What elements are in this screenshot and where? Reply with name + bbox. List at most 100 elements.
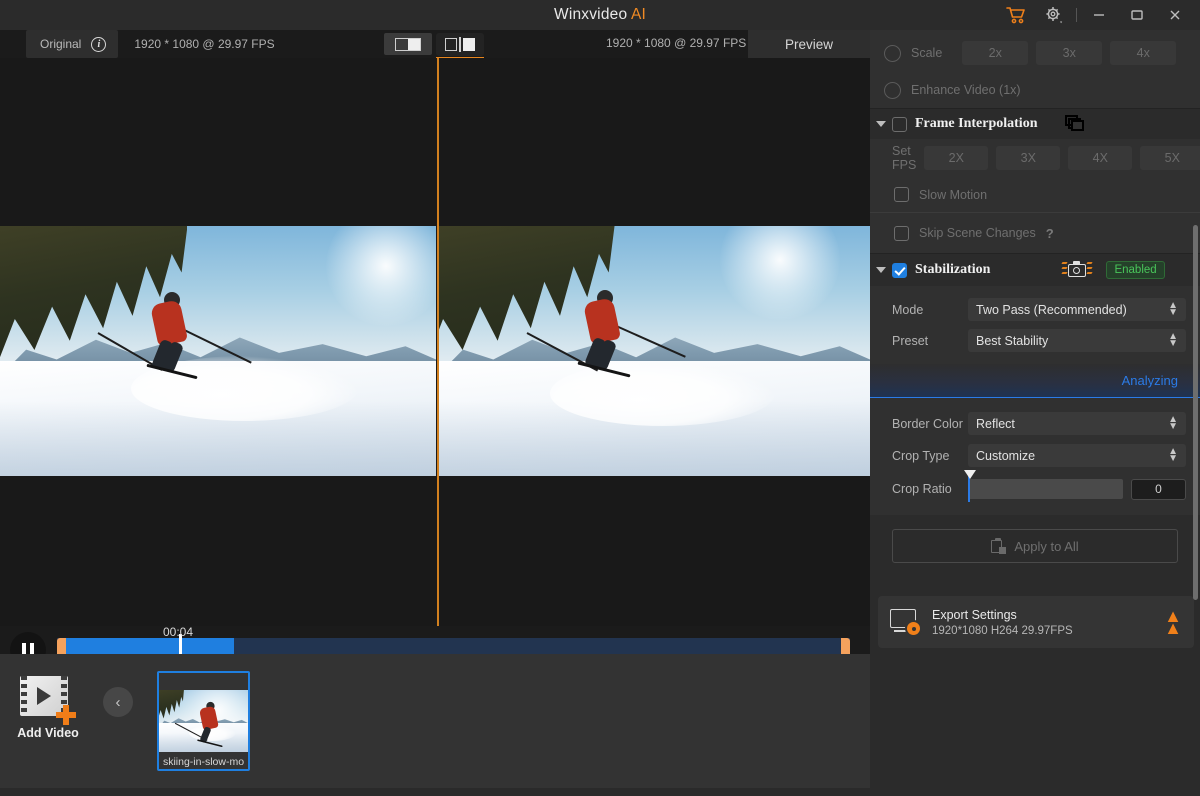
add-video-label: Add Video bbox=[12, 726, 84, 740]
chevron-down-icon[interactable] bbox=[876, 121, 886, 127]
shaky-camera-icon bbox=[1062, 261, 1092, 279]
chevron-updown-icon-crop: ▲▼ bbox=[1168, 448, 1178, 462]
crop-ratio-value[interactable]: 0 bbox=[1131, 479, 1186, 500]
section-super-resolution: Scale 2x 3x 4x Enhance Video (1x) bbox=[870, 30, 1200, 109]
apply-to-all-button[interactable]: Apply to All bbox=[892, 529, 1178, 563]
analysis-status-text: Analyzing bbox=[1122, 373, 1178, 388]
crop-type-row: Crop Type Customize ▲▼ bbox=[870, 442, 1200, 469]
chevron-down-icon-stabilization[interactable] bbox=[876, 267, 886, 273]
section-body-crop: Border Color Reflect ▲▼ Crop Type Custom… bbox=[870, 398, 1200, 515]
mode-label: Mode bbox=[892, 303, 968, 317]
stabilization-title: Stabilization bbox=[915, 262, 990, 278]
app-title-main: Winxvideo bbox=[554, 6, 627, 23]
frames-stack-icon bbox=[1065, 115, 1087, 133]
section-body-stabilization: Mode Two Pass (Recommended) ▲▼ Preset Be… bbox=[870, 286, 1200, 364]
frame-interpolation-checkbox[interactable] bbox=[892, 117, 907, 132]
cart-icon[interactable] bbox=[997, 0, 1035, 30]
preset-value: Best Stability bbox=[976, 334, 1048, 348]
scale-option-2x[interactable]: 2x bbox=[962, 41, 1028, 65]
scale-option-3x[interactable]: 3x bbox=[1036, 41, 1102, 65]
titlebar-divider bbox=[1076, 8, 1077, 22]
crop-ratio-slider[interactable] bbox=[968, 479, 1123, 499]
output-resolution: 1920 * 1080 @ 29.97 FPS bbox=[606, 36, 746, 50]
crop-ratio-row: Crop Ratio 0 bbox=[870, 477, 1200, 501]
clipboard-check-icon bbox=[991, 538, 1006, 554]
monitor-gear-icon bbox=[890, 609, 920, 635]
section-header-stabilization[interactable]: Stabilization Enabled bbox=[870, 254, 1200, 286]
close-icon[interactable] bbox=[1156, 0, 1194, 30]
crop-ratio-label: Crop Ratio bbox=[892, 482, 968, 496]
add-video-button[interactable]: Add Video bbox=[12, 676, 84, 740]
clip-name: skiing-in-slow-mo bbox=[159, 756, 248, 768]
mode-row: Mode Two Pass (Recommended) ▲▼ bbox=[870, 296, 1200, 323]
chevron-left-icon[interactable]: ‹ bbox=[103, 687, 133, 717]
video-preview-original[interactable] bbox=[0, 226, 436, 476]
title-bar: Winxvideo AI bbox=[0, 0, 1200, 30]
scale-radio[interactable] bbox=[884, 45, 901, 62]
enhance-video-radio[interactable] bbox=[884, 82, 901, 99]
analysis-progress-bar: Analyzing bbox=[870, 364, 1200, 398]
preset-select[interactable]: Best Stability ▲▼ bbox=[968, 329, 1186, 352]
border-color-select[interactable]: Reflect ▲▼ bbox=[968, 412, 1186, 435]
apply-to-all-label: Apply to All bbox=[1014, 539, 1078, 554]
crop-type-select[interactable]: Customize ▲▼ bbox=[968, 444, 1186, 467]
crop-type-value: Customize bbox=[976, 449, 1035, 463]
preset-row: Preset Best Stability ▲▼ bbox=[870, 327, 1200, 354]
set-fps-label: Set FPS bbox=[892, 144, 916, 172]
status-badge: Enabled bbox=[1106, 261, 1164, 279]
add-video-icon bbox=[20, 676, 76, 720]
fps-option-4x[interactable]: 4X bbox=[1068, 146, 1132, 170]
border-color-label: Border Color bbox=[892, 417, 968, 431]
export-settings-title: Export Settings bbox=[932, 608, 1073, 622]
compare-divider-handle[interactable] bbox=[437, 58, 439, 626]
original-label: Original bbox=[26, 37, 91, 51]
fps-option-5x[interactable]: 5X bbox=[1140, 146, 1200, 170]
export-settings-summary: 1920*1080 H264 29.97FPS bbox=[932, 625, 1073, 637]
section-body-frame-interpolation: Set FPS 2X 3X 4X 5X Slow Motion Skip Sce… bbox=[870, 139, 1200, 254]
app-title-accent: AI bbox=[631, 6, 646, 23]
list-item[interactable]: skiing-in-slow-mo bbox=[157, 671, 250, 771]
crop-ratio-slider-handle[interactable] bbox=[964, 470, 976, 479]
question-mark-icon[interactable]: ? bbox=[1046, 226, 1054, 241]
scale-row: Scale 2x 3x 4x bbox=[870, 34, 1200, 72]
border-color-row: Border Color Reflect ▲▼ bbox=[870, 410, 1200, 437]
panel-scrollbar[interactable] bbox=[1193, 225, 1198, 600]
export-settings-card[interactable]: Export Settings 1920*1080 H264 29.97FPS … bbox=[878, 596, 1194, 648]
current-time: 00:04 bbox=[163, 625, 193, 639]
split-single-view-icon[interactable] bbox=[384, 33, 432, 55]
info-icon[interactable]: i bbox=[91, 37, 106, 52]
gear-icon[interactable] bbox=[1035, 0, 1073, 30]
border-color-value: Reflect bbox=[976, 417, 1015, 431]
minimize-icon[interactable] bbox=[1080, 0, 1118, 30]
fps-option-2x[interactable]: 2X bbox=[924, 146, 988, 170]
maximize-icon[interactable] bbox=[1118, 0, 1156, 30]
set-fps-row: Set FPS 2X 3X 4X 5X bbox=[870, 139, 1200, 177]
double-chevron-up-icon[interactable]: ▲▲ bbox=[1164, 610, 1182, 634]
slow-motion-label: Slow Motion bbox=[919, 188, 987, 202]
scale-label: Scale bbox=[911, 46, 942, 60]
stabilization-checkbox[interactable] bbox=[892, 263, 907, 278]
settings-panel: Scale 2x 3x 4x Enhance Video (1x) Frame … bbox=[870, 30, 1200, 796]
chevron-updown-icon-border: ▲▼ bbox=[1168, 416, 1178, 430]
skip-scene-row: Skip Scene Changes ? bbox=[870, 213, 1200, 253]
preset-label: Preset bbox=[892, 334, 968, 348]
skip-scene-label: Skip Scene Changes bbox=[919, 226, 1036, 240]
preview-area: Original i 1920 * 1080 @ 29.97 FPS 1920 … bbox=[0, 30, 870, 654]
skip-scene-checkbox[interactable] bbox=[894, 226, 909, 241]
frame-interpolation-title: Frame Interpolation bbox=[915, 116, 1037, 132]
enhance-video-row: Enhance Video (1x) bbox=[870, 72, 1200, 108]
mode-select[interactable]: Two Pass (Recommended) ▲▼ bbox=[968, 298, 1186, 321]
mode-value: Two Pass (Recommended) bbox=[976, 303, 1127, 317]
section-header-frame-interpolation[interactable]: Frame Interpolation bbox=[870, 109, 1200, 139]
slow-motion-row: Slow Motion bbox=[870, 177, 1200, 213]
tab-preview[interactable]: Preview bbox=[748, 30, 870, 58]
fps-option-3x[interactable]: 3X bbox=[996, 146, 1060, 170]
split-compare-view-icon[interactable] bbox=[436, 33, 484, 56]
clip-thumbnail bbox=[159, 690, 248, 752]
video-stage bbox=[0, 58, 870, 626]
video-preview-output[interactable] bbox=[437, 226, 870, 476]
scale-option-4x[interactable]: 4x bbox=[1110, 41, 1176, 65]
slow-motion-checkbox[interactable] bbox=[894, 187, 909, 202]
original-label-group: Original i bbox=[26, 30, 118, 58]
crop-type-label: Crop Type bbox=[892, 449, 968, 463]
